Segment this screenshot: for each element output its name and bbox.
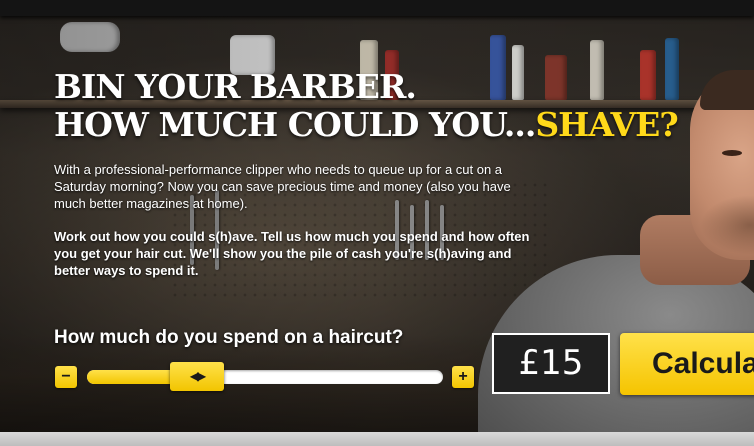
headline-line-1: BIN YOUR BARBER.: [54, 67, 417, 106]
calculate-button[interactable]: Calculate: [620, 333, 754, 395]
spend-question: How much do you spend on a haircut?: [54, 327, 404, 348]
headline-accent: SHAVE?: [535, 105, 678, 144]
decrease-button[interactable]: −: [55, 366, 77, 388]
headline-line-2: HOW MUCH COULD YOU...SHAVE?: [54, 105, 679, 144]
instructions-paragraph: Work out how you could s(h)ave. Tell us …: [54, 229, 530, 278]
haircut-calculator-banner: BIN YOUR BARBER. HOW MUCH COULD YOU...SH…: [0, 0, 754, 446]
bottom-bar: [0, 432, 754, 446]
price-display: £15: [492, 333, 610, 394]
headline-line-2-main: HOW MUCH COULD YOU...: [54, 105, 536, 144]
top-bar: [0, 0, 754, 16]
spend-slider-handle[interactable]: ◀▶: [170, 362, 224, 391]
page-title: BIN YOUR BARBER. HOW MUCH COULD YOU...SH…: [54, 67, 679, 144]
spend-slider-track[interactable]: [87, 370, 443, 384]
increase-button[interactable]: +: [452, 366, 474, 388]
model-stubble: [700, 195, 754, 255]
model-eye: [722, 150, 742, 156]
intro-paragraph: With a professional-performance clipper …: [54, 162, 511, 211]
